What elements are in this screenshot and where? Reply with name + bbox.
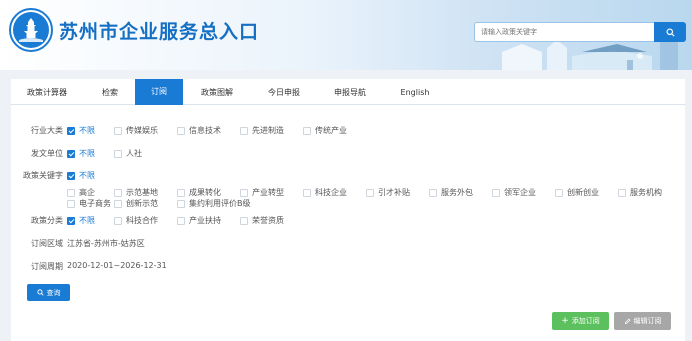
keyword-option[interactable]: 高企 <box>67 187 95 198</box>
edit-subscription-button[interactable]: 编辑订阅 <box>614 312 671 330</box>
query-button[interactable]: 查询 <box>27 284 70 301</box>
checkbox-icon <box>240 188 248 197</box>
checkbox-icon <box>555 188 563 197</box>
issuer-option-hr[interactable]: 人社 <box>114 148 142 159</box>
checkbox-icon <box>240 216 248 225</box>
checkbox-icon <box>492 188 500 197</box>
industry-label: 行业大类 <box>31 126 63 135</box>
main-tabs: 政策计算器 检索 订阅 政策图解 今日申报 申报导航 English <box>11 79 685 105</box>
checkbox-icon <box>114 149 122 158</box>
region-value: 江苏省-苏州市-姑苏区 <box>67 239 145 248</box>
checkbox-icon <box>177 188 185 197</box>
checkbox-checked-icon <box>67 216 75 225</box>
keyword-option[interactable]: 产业转型 <box>240 187 284 198</box>
tab-policy-calculator[interactable]: 政策计算器 <box>17 81 77 105</box>
search-bar <box>474 22 686 42</box>
region-label: 订阅区域 <box>31 239 63 248</box>
category-option-tech-coop[interactable]: 科技合作 <box>114 215 158 226</box>
keyword-option[interactable]: 服务外包 <box>429 187 473 198</box>
site-header: 苏州市企业服务总入口 <box>0 0 692 70</box>
keyword-option[interactable]: 服务机构 <box>618 187 662 198</box>
site-title: 苏州市企业服务总入口 <box>59 21 260 43</box>
keyword-option[interactable]: 引才补贴 <box>366 187 410 198</box>
keyword-option[interactable]: 电子商务 <box>67 198 111 209</box>
period-value: 2020-12-01~2026-12-31 <box>67 261 167 270</box>
period-label: 订阅周期 <box>31 262 63 271</box>
checkbox-icon <box>67 188 75 197</box>
checkbox-icon <box>67 199 75 208</box>
search-icon <box>665 27 675 37</box>
checkbox-icon <box>114 216 122 225</box>
keyword-option[interactable]: 创新创业 <box>555 187 599 198</box>
tab-declaration-nav[interactable]: 申报导航 <box>323 81 377 105</box>
tab-search[interactable]: 检索 <box>89 81 131 105</box>
add-subscription-button[interactable]: + 添加订阅 <box>552 312 609 330</box>
industry-option-traditional[interactable]: 传统产业 <box>303 125 347 136</box>
keywords-label: 政策关键字 <box>23 171 63 180</box>
category-option-honor[interactable]: 荣誉资质 <box>240 215 284 226</box>
checkbox-icon <box>240 126 248 135</box>
pagoda-icon <box>13 12 49 48</box>
category-option-industry-support[interactable]: 产业扶持 <box>177 215 221 226</box>
industry-option-any[interactable]: 不限 <box>67 125 95 136</box>
checkbox-checked-icon <box>67 126 75 135</box>
checkbox-icon <box>429 188 437 197</box>
checkbox-icon <box>114 188 122 197</box>
checkbox-icon <box>177 126 185 135</box>
keyword-option[interactable]: 集约利用评价B级 <box>177 198 251 209</box>
tab-policy-illustration[interactable]: 政策图解 <box>191 81 243 105</box>
tab-english[interactable]: English <box>391 81 439 105</box>
edit-icon <box>624 318 630 324</box>
category-label: 政策分类 <box>31 216 63 225</box>
issuer-option-any[interactable]: 不限 <box>67 148 95 159</box>
keyword-option[interactable]: 科技企业 <box>303 187 347 198</box>
keyword-option-any[interactable]: 不限 <box>67 170 95 181</box>
keyword-option[interactable]: 成果转化 <box>177 187 221 198</box>
tab-subscribe[interactable]: 订阅 <box>135 79 183 105</box>
checkbox-icon <box>303 126 311 135</box>
checkbox-icon <box>114 126 122 135</box>
industry-option-it[interactable]: 信息技术 <box>177 125 221 136</box>
keyword-option[interactable]: 创新示范 <box>114 198 158 209</box>
keyword-option[interactable]: 领军企业 <box>492 187 536 198</box>
checkbox-checked-icon <box>67 171 75 180</box>
category-option-any[interactable]: 不限 <box>67 215 95 226</box>
checkbox-icon <box>303 188 311 197</box>
industry-option-manufacturing[interactable]: 先进制造 <box>240 125 284 136</box>
checkbox-icon <box>618 188 626 197</box>
industry-option-media[interactable]: 传媒娱乐 <box>114 125 158 136</box>
plus-icon: + <box>561 315 569 326</box>
checkbox-icon <box>177 199 185 208</box>
suzhou-logo[interactable] <box>9 8 53 52</box>
subscription-panel: 政策计算器 检索 订阅 政策图解 今日申报 申报导航 English 行业大类 … <box>11 79 685 341</box>
checkbox-icon <box>114 199 122 208</box>
keyword-option[interactable]: 示范基地 <box>114 187 158 198</box>
search-icon <box>36 289 44 296</box>
tab-today-declaration[interactable]: 今日申报 <box>257 81 311 105</box>
issuer-label: 发文单位 <box>31 149 63 158</box>
search-input[interactable] <box>474 22 654 42</box>
checkbox-icon <box>366 188 374 197</box>
checkbox-checked-icon <box>67 149 75 158</box>
search-button[interactable] <box>654 22 686 42</box>
checkbox-icon <box>177 216 185 225</box>
